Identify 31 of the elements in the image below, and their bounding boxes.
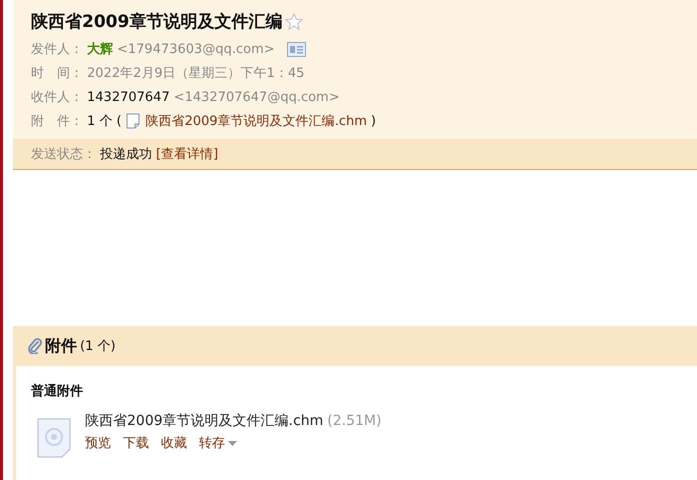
- paperclip-icon: [28, 338, 42, 354]
- mail-subject: 陕西省2009章节说明及文件汇编: [31, 11, 282, 33]
- contact-card-icon[interactable]: [286, 42, 306, 56]
- action-link[interactable]: 收藏: [161, 434, 187, 452]
- action-link[interactable]: 预览: [85, 434, 111, 452]
- sent-time: 2022年2月9日（星期三）下午1：45: [87, 65, 304, 82]
- action-link[interactable]: 下载: [123, 434, 149, 452]
- field-label: 附 件：: [31, 113, 83, 130]
- file-size: (2.51M): [327, 413, 382, 429]
- file-icon: [126, 113, 140, 129]
- details-link[interactable]: [查看详情]: [156, 145, 218, 163]
- file-name[interactable]: 陕西省2009章节说明及文件汇编.chm: [85, 413, 324, 429]
- save-to-menu[interactable]: 转存: [199, 434, 237, 452]
- star-icon[interactable]: [285, 12, 304, 30]
- attachments-title: 附件: [45, 336, 77, 356]
- file-icon: [37, 418, 71, 458]
- status-value: 投递成功: [100, 146, 152, 163]
- field-label: 发件人：: [31, 41, 83, 58]
- sender-name[interactable]: 大辉: [87, 40, 113, 58]
- recipient-name: 1432707647: [87, 90, 170, 104]
- status-label: 发送状态：: [31, 146, 96, 163]
- section-title: 普通附件: [31, 382, 84, 400]
- recipient-address: <1432707647@qq.com>: [174, 90, 340, 104]
- attachment-link[interactable]: 陕西省2009章节说明及文件汇编.chm: [146, 112, 367, 130]
- bracket-text: ): [370, 114, 376, 128]
- sender-address: <179473603@qq.com>: [117, 42, 275, 56]
- attachments-count: (1 个): [80, 338, 116, 355]
- caret-icon: [228, 440, 237, 446]
- field-label: 时 间：: [31, 65, 83, 82]
- field-label: 收件人：: [31, 89, 83, 106]
- attachment-count: 1 个 (: [87, 113, 122, 130]
